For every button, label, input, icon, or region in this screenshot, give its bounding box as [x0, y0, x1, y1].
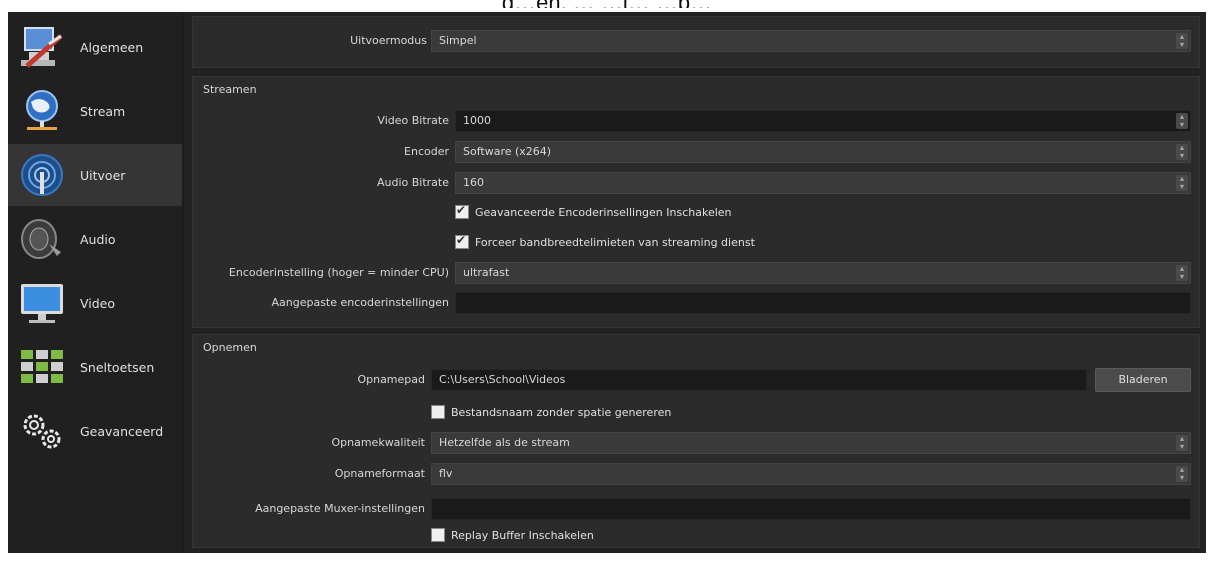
- sidebar-item-hotkeys[interactable]: Sneltoetsen: [8, 336, 182, 398]
- checkbox-box[interactable]: ✔: [455, 203, 469, 219]
- spin-arrows-icon: ▴ ▾: [1176, 435, 1188, 451]
- output-mode-panel: Uitvoermodus Simpel ▴ ▾: [192, 16, 1200, 68]
- keyboard-icon: [18, 343, 66, 391]
- video-bitrate-input[interactable]: 1000 ▴ ▾: [455, 110, 1191, 132]
- sidebar-item-audio[interactable]: Audio: [8, 208, 182, 270]
- general-settings-icon: [18, 23, 66, 71]
- advanced-encoder-checkbox[interactable]: ✔ Geavanceerde Encoderinsellingen Inscha…: [455, 203, 732, 220]
- sidebar-item-video[interactable]: Video: [8, 272, 182, 334]
- bandwidth-limits-checkbox[interactable]: ✔ Forceer bandbreedtelimieten van stream…: [455, 233, 755, 250]
- sidebar-item-label: Uitvoer: [80, 167, 126, 183]
- settings-window: Algemeen Stream Uitvoer Audio Video Snel…: [8, 12, 1206, 553]
- recording-path-input[interactable]: C:\Users\School\Videos: [431, 369, 1087, 391]
- replay-buffer-checkbox[interactable]: Replay Buffer Inschakelen: [431, 527, 594, 543]
- sidebar-item-label: Sneltoetsen: [80, 359, 155, 375]
- replay-buffer-label: Replay Buffer Inschakelen: [451, 528, 594, 542]
- gears-icon: [18, 407, 66, 455]
- streaming-title: Streamen: [203, 83, 257, 96]
- sidebar-item-label: Audio: [80, 231, 116, 247]
- spin-arrows-icon: ▴ ▾: [1176, 466, 1188, 482]
- settings-sidebar: Algemeen Stream Uitvoer Audio Video Snel…: [8, 12, 182, 553]
- no-space-filename-checkbox[interactable]: Bestandsnaam zonder spatie genereren: [431, 404, 671, 420]
- caption-overlay: g…en, … …j… …p…: [0, 0, 1214, 8]
- custom-encoder-input[interactable]: [455, 292, 1191, 314]
- bandwidth-limits-label: Forceer bandbreedtelimieten van streamin…: [475, 235, 755, 249]
- sidebar-item-label: Stream: [80, 103, 126, 119]
- sidebar-item-advanced[interactable]: Geavanceerd: [8, 400, 182, 462]
- muxer-settings-input[interactable]: [431, 498, 1191, 520]
- audio-bitrate-label: Audio Bitrate: [376, 176, 449, 189]
- encoder-preset-label: Encoderinstelling (hoger = minder CPU): [228, 266, 449, 279]
- recording-quality-label: Opnamekwaliteit: [331, 436, 425, 449]
- speaker-icon: [18, 215, 66, 263]
- encoder-preset-select[interactable]: ultrafast ▴ ▾: [455, 262, 1191, 284]
- output-settings-content: Uitvoermodus Simpel ▴ ▾ Streamen Video Bi…: [184, 12, 1206, 553]
- checkmark-icon: ✔: [456, 233, 467, 247]
- checkbox-box[interactable]: [431, 405, 445, 419]
- monitor-icon: [18, 279, 66, 327]
- output-mode-select[interactable]: Simpel ▴ ▾: [431, 30, 1191, 52]
- sidebar-item-general[interactable]: Algemeen: [8, 16, 182, 78]
- sidebar-item-stream[interactable]: Stream: [8, 80, 182, 142]
- spin-arrows-icon: ▴ ▾: [1176, 144, 1188, 160]
- custom-encoder-label: Aangepaste encoderinstellingen: [271, 296, 449, 309]
- recording-title: Opnemen: [203, 341, 257, 354]
- no-space-filename-label: Bestandsnaam zonder spatie genereren: [451, 405, 672, 419]
- streaming-panel: Streamen Video Bitrate 1000 ▴ ▾ Encoder S…: [192, 76, 1200, 328]
- stream-globe-icon: [18, 87, 66, 135]
- sidebar-item-label: Geavanceerd: [80, 423, 164, 439]
- spin-arrows-icon: ▴ ▾: [1176, 265, 1188, 281]
- browse-button[interactable]: Bladeren: [1095, 368, 1191, 392]
- video-bitrate-label: Video Bitrate: [377, 114, 449, 127]
- recording-format-select[interactable]: flv ▴ ▾: [431, 463, 1191, 485]
- sidebar-item-output[interactable]: Uitvoer: [8, 144, 182, 206]
- audio-bitrate-select[interactable]: 160 ▴ ▾: [455, 172, 1191, 194]
- spin-arrows-icon: ▴ ▾: [1176, 33, 1188, 49]
- encoder-select[interactable]: Software (x264) ▴ ▾: [455, 141, 1191, 163]
- sidebar-item-label: Algemeen: [80, 39, 144, 55]
- checkbox-box[interactable]: [431, 528, 445, 542]
- recording-panel: Opnemen Opnamepad C:\Users\School\Videos…: [192, 334, 1200, 548]
- output-mode-label: Uitvoermodus: [350, 34, 427, 47]
- recording-format-label: Opnameformaat: [334, 467, 425, 480]
- muxer-settings-label: Aangepaste Muxer-instellingen: [255, 502, 425, 515]
- checkbox-box[interactable]: ✔: [455, 233, 469, 249]
- encoder-label: Encoder: [404, 145, 449, 158]
- spin-arrows-icon: ▴ ▾: [1176, 113, 1188, 129]
- spin-arrows-icon: ▴ ▾: [1176, 175, 1188, 191]
- recording-quality-select[interactable]: Hetzelfde als de stream ▴ ▾: [431, 432, 1191, 454]
- advanced-encoder-label: Geavanceerde Encoderinsellingen Inschake…: [475, 205, 732, 219]
- recording-path-label: Opnamepad: [357, 373, 425, 386]
- output-broadcast-icon: [18, 151, 66, 199]
- checkmark-icon: ✔: [456, 203, 467, 217]
- sidebar-item-label: Video: [80, 295, 116, 311]
